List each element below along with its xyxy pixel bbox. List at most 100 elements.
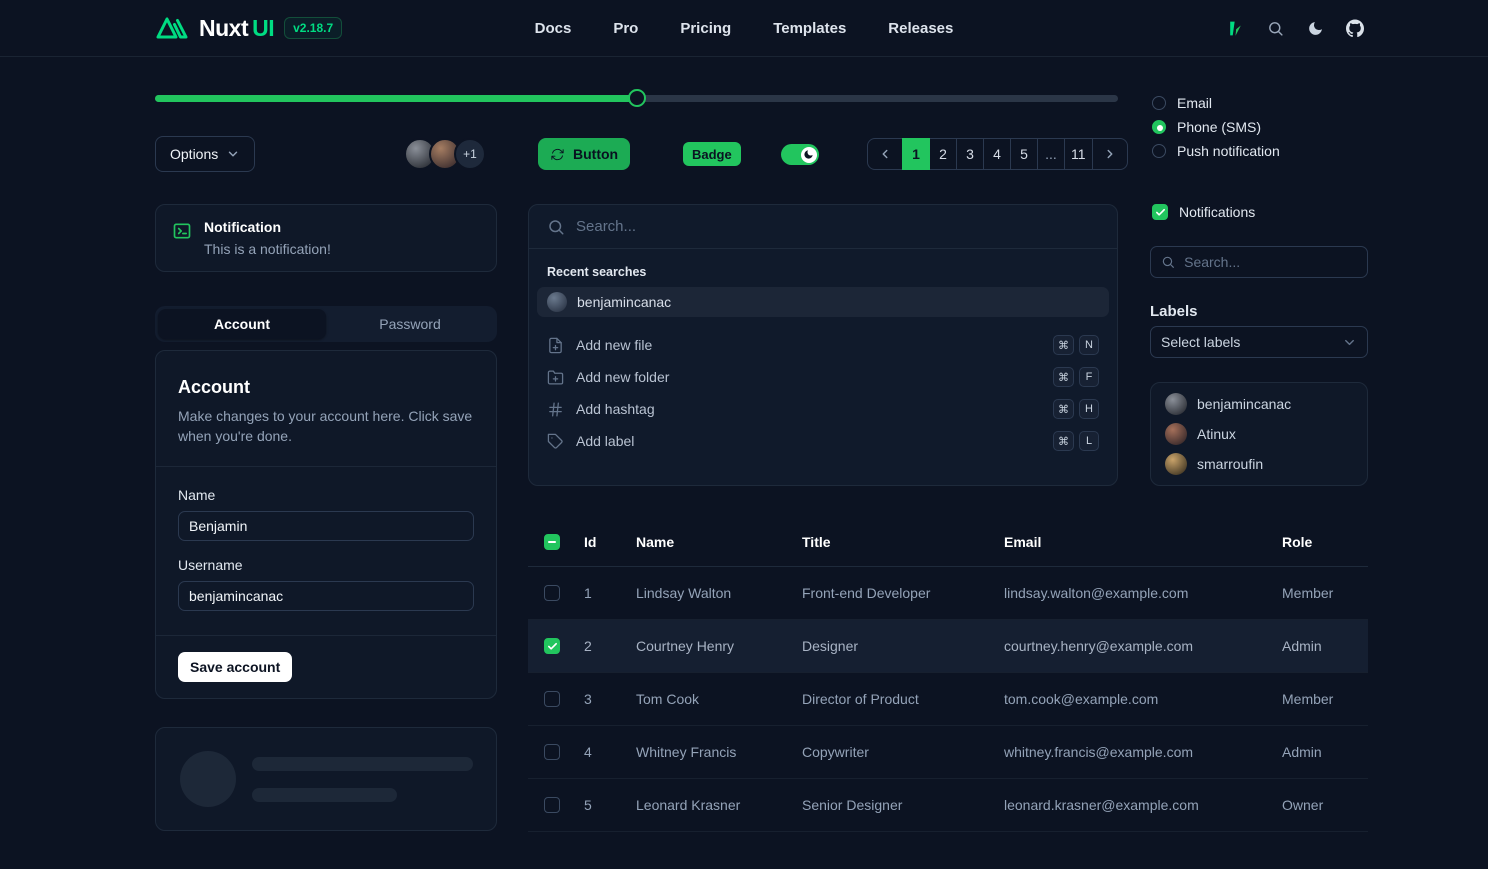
table-row[interactable]: 3 Tom Cook Director of Product tom.cook@… xyxy=(528,673,1368,726)
header-icons xyxy=(1226,19,1364,37)
row-checkbox[interactable] xyxy=(544,744,560,760)
notification-card: Notification This is a notification! xyxy=(155,204,497,272)
nav-releases[interactable]: Releases xyxy=(888,20,953,37)
slider-fill xyxy=(155,95,637,102)
radio-circle[interactable] xyxy=(1152,96,1166,110)
select-all-checkbox[interactable] xyxy=(544,534,560,550)
cell-name: Leonard Krasner xyxy=(636,797,802,813)
table-row[interactable]: 1 Lindsay Walton Front-end Developer lin… xyxy=(528,567,1368,620)
radio-circle-checked[interactable] xyxy=(1152,120,1166,134)
avatar xyxy=(547,292,567,312)
brand[interactable]: NuxtUI v2.18.7 xyxy=(155,15,342,42)
pagination-page-5[interactable]: 5 xyxy=(1010,138,1038,170)
skeleton-lines xyxy=(252,757,473,802)
table-row[interactable]: 4 Whitney Francis Copywriter whitney.fra… xyxy=(528,726,1368,779)
table-row[interactable]: 5 Leonard Krasner Senior Designer leonar… xyxy=(528,779,1368,832)
column-header-id: Id xyxy=(584,534,636,550)
primary-button[interactable]: Button xyxy=(538,138,630,170)
radio-label: Push notification xyxy=(1177,143,1280,159)
pagination-page-4[interactable]: 4 xyxy=(983,138,1011,170)
toggle-switch[interactable] xyxy=(781,144,819,165)
pagination-prev-button[interactable] xyxy=(867,138,903,170)
refresh-icon xyxy=(550,147,565,162)
version-badge[interactable]: v2.18.7 xyxy=(284,17,342,39)
shortcut-keys: ⌘ N xyxy=(1053,335,1099,355)
tab-password[interactable]: Password xyxy=(326,309,494,339)
cell-role: Admin xyxy=(1282,744,1368,760)
recent-search-item-label: benjamincanac xyxy=(577,294,671,310)
save-account-button[interactable]: Save account xyxy=(178,652,292,682)
recent-search-item[interactable]: benjamincanac xyxy=(537,287,1109,317)
command-palette-body: Recent searches benjamincanac Add new fi… xyxy=(529,249,1117,465)
username-input[interactable] xyxy=(178,581,474,611)
radio-phone-sms[interactable]: Phone (SMS) xyxy=(1152,120,1280,134)
nav-templates[interactable]: Templates xyxy=(773,20,846,37)
radio-email[interactable]: Email xyxy=(1152,96,1280,110)
user-row-benjamincanac[interactable]: benjamincanac xyxy=(1157,389,1361,419)
kbd-cmd: ⌘ xyxy=(1053,399,1074,419)
github-icon[interactable] xyxy=(1346,19,1364,37)
labels-select[interactable]: Select labels xyxy=(1150,326,1368,358)
users-list-card: benjamincanac Atinux smarroufin xyxy=(1150,382,1368,486)
main-nav: Docs Pro Pricing Templates Releases xyxy=(535,20,954,37)
row-checkbox[interactable] xyxy=(544,585,560,601)
user-row-smarroufin[interactable]: smarroufin xyxy=(1157,449,1361,479)
tab-account[interactable]: Account xyxy=(158,309,326,339)
add-new-file-item[interactable]: Add new file ⌘ N xyxy=(537,329,1109,361)
add-label-item[interactable]: Add label ⌘ L xyxy=(537,425,1109,457)
nav-pro[interactable]: Pro xyxy=(613,20,638,37)
dark-mode-moon-icon[interactable] xyxy=(1306,19,1324,37)
search-icon[interactable] xyxy=(1266,19,1284,37)
sidebar-search-input[interactable] xyxy=(1184,254,1357,270)
row-checkbox[interactable] xyxy=(544,797,560,813)
kbd-letter: H xyxy=(1079,399,1099,419)
kbd-cmd: ⌘ xyxy=(1053,367,1074,387)
table-header-row: Id Name Title Email Role xyxy=(528,517,1368,567)
avatar xyxy=(1165,453,1187,475)
cell-title: Senior Designer xyxy=(802,797,1004,813)
user-row-atinux[interactable]: Atinux xyxy=(1157,419,1361,449)
add-new-folder-label: Add new folder xyxy=(576,369,669,385)
pagination-page-11[interactable]: 11 xyxy=(1064,138,1093,170)
username-field-group: Username xyxy=(178,557,474,611)
add-new-folder-item[interactable]: Add new folder ⌘ F xyxy=(537,361,1109,393)
pagination-page-2[interactable]: 2 xyxy=(929,138,957,170)
nav-pricing[interactable]: Pricing xyxy=(680,20,731,37)
tag-icon xyxy=(547,433,564,450)
options-dropdown-button[interactable]: Options xyxy=(155,136,255,172)
range-slider[interactable] xyxy=(155,91,1118,105)
pagination-page-3[interactable]: 3 xyxy=(956,138,984,170)
radio-circle[interactable] xyxy=(1152,144,1166,158)
chevron-right-icon xyxy=(1103,147,1117,161)
row-checkbox[interactable] xyxy=(544,638,560,654)
pagination-page-1[interactable]: 1 xyxy=(902,138,930,170)
volta-icon[interactable] xyxy=(1226,19,1244,37)
slider-thumb[interactable] xyxy=(628,89,646,107)
account-card-footer: Save account xyxy=(156,635,496,698)
badge: Badge xyxy=(683,142,741,166)
table-row-selected[interactable]: 2 Courtney Henry Designer courtney.henry… xyxy=(528,620,1368,673)
command-palette-input[interactable] xyxy=(576,218,1099,235)
notification-title: Notification xyxy=(204,219,331,235)
moon-icon xyxy=(803,149,814,160)
add-hashtag-item[interactable]: Add hashtag ⌘ H xyxy=(537,393,1109,425)
name-input[interactable] xyxy=(178,511,474,541)
radio-push-notification[interactable]: Push notification xyxy=(1152,144,1280,158)
pagination-next-button[interactable] xyxy=(1092,138,1128,170)
command-palette-search[interactable] xyxy=(529,205,1117,249)
add-hashtag-label: Add hashtag xyxy=(576,401,655,417)
recent-searches-label: Recent searches xyxy=(537,257,1109,287)
radio-label: Phone (SMS) xyxy=(1177,119,1261,135)
nuxt-logo-icon xyxy=(155,15,189,41)
nav-docs[interactable]: Docs xyxy=(535,20,572,37)
command-actions: Add new file ⌘ N Add new folder ⌘ F xyxy=(537,329,1109,457)
sidebar-search[interactable] xyxy=(1150,246,1368,278)
notifications-checkbox-row[interactable]: Notifications xyxy=(1152,204,1255,220)
shortcut-keys: ⌘ L xyxy=(1053,431,1099,451)
row-checkbox[interactable] xyxy=(544,691,560,707)
shortcut-keys: ⌘ F xyxy=(1053,367,1099,387)
user-name: smarroufin xyxy=(1197,456,1263,472)
username-label: Username xyxy=(178,557,474,573)
notification-message: This is a notification! xyxy=(204,241,331,257)
notifications-checkbox[interactable] xyxy=(1152,204,1168,220)
